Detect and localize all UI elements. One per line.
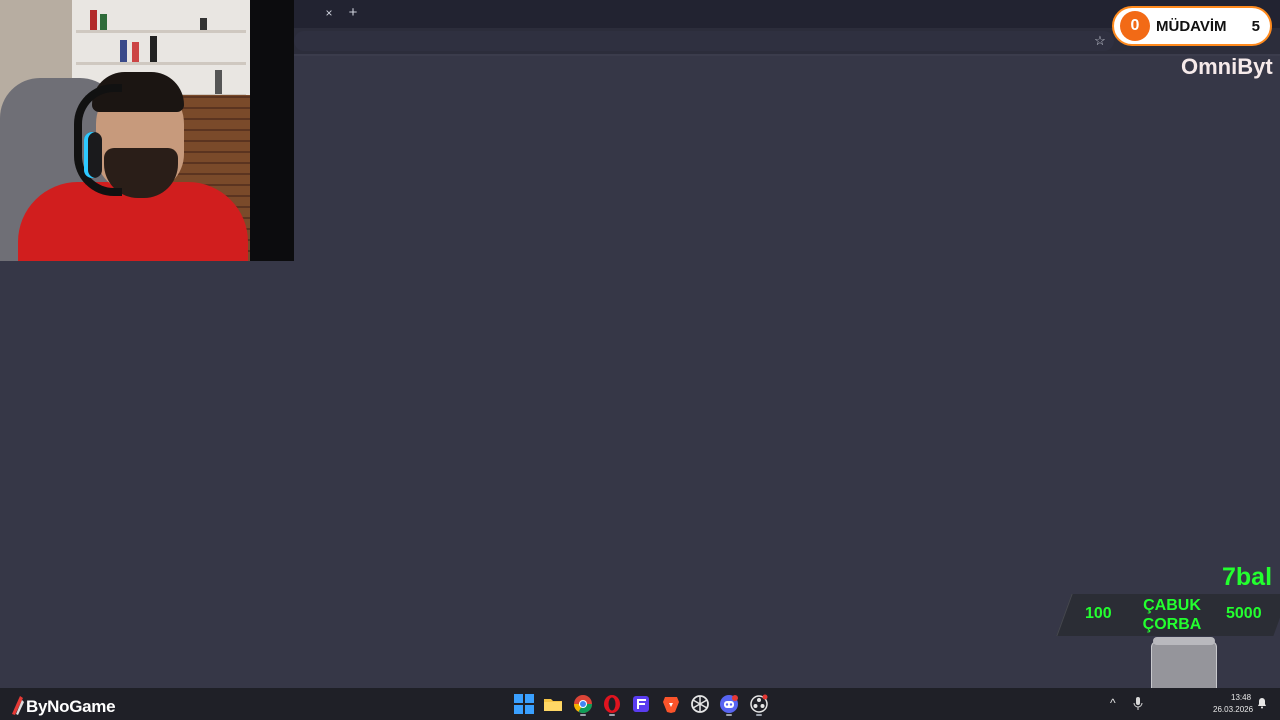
shelf-book (200, 18, 207, 30)
shelf-book (150, 36, 157, 62)
bynogame-logo-icon (12, 696, 24, 715)
goal-title-line2: ÇORBA (1142, 616, 1202, 633)
bynogame-brand: ByNoGame (26, 697, 116, 716)
new-tab-button[interactable]: + (345, 5, 361, 21)
chrome-active-indicator (580, 714, 586, 716)
obs-active-indicator (756, 714, 762, 716)
goal-max-value: 5000 (1226, 605, 1262, 622)
ticker-goal-text: 7bal (1222, 563, 1273, 591)
fuel-icon[interactable] (631, 694, 651, 714)
ticker-username: OmniByt (1181, 54, 1273, 79)
tray-overflow-chevron-icon[interactable]: ^ (1110, 696, 1116, 710)
tab-close-icon[interactable]: × (322, 6, 336, 20)
openai-icon[interactable] (690, 694, 710, 714)
shelf-book (100, 14, 107, 30)
bookmark-star-icon[interactable]: ☆ (1092, 33, 1108, 49)
goal-title-line1: ÇABUK (1143, 597, 1201, 614)
shelf-board (76, 30, 246, 33)
badge-label: MÜDAVİM (1156, 18, 1227, 35)
tip-jar-lid (1153, 637, 1215, 645)
obs-icon[interactable] (749, 694, 769, 714)
badge-right-count: 5 (1251, 18, 1260, 35)
clock-time[interactable]: 13:48 (1231, 693, 1251, 702)
shelf-book (90, 10, 97, 30)
shelf-book (132, 42, 139, 62)
headset-earcup (84, 132, 102, 178)
goal-title: ÇABUK ÇORBA (1138, 596, 1206, 634)
address-bar[interactable] (294, 31, 1114, 51)
opera-active-indicator (609, 714, 615, 716)
windows-start-icon[interactable] (514, 694, 534, 714)
shelf-book (120, 40, 127, 62)
dark-background (250, 0, 294, 261)
microphone-icon[interactable] (1133, 696, 1143, 712)
shelf-board (76, 62, 246, 65)
webcam-overlay (0, 0, 294, 261)
discord-active-indicator (726, 714, 732, 716)
notification-bell-icon[interactable] (1256, 697, 1268, 709)
goal-min-value: 100 (1085, 605, 1112, 622)
opera-icon[interactable] (602, 694, 622, 714)
badge-left-count: 0 (1120, 11, 1150, 41)
discord-icon[interactable] (719, 694, 739, 714)
clock-date[interactable]: 26.03.2026 (1213, 705, 1253, 714)
shelf-book (215, 70, 222, 94)
mudavim-badge: 0 MÜDAVİM 5 (1112, 6, 1272, 46)
chrome-icon[interactable] (573, 694, 593, 714)
file-explorer-icon[interactable] (543, 694, 563, 714)
brave-icon[interactable] (661, 694, 681, 714)
